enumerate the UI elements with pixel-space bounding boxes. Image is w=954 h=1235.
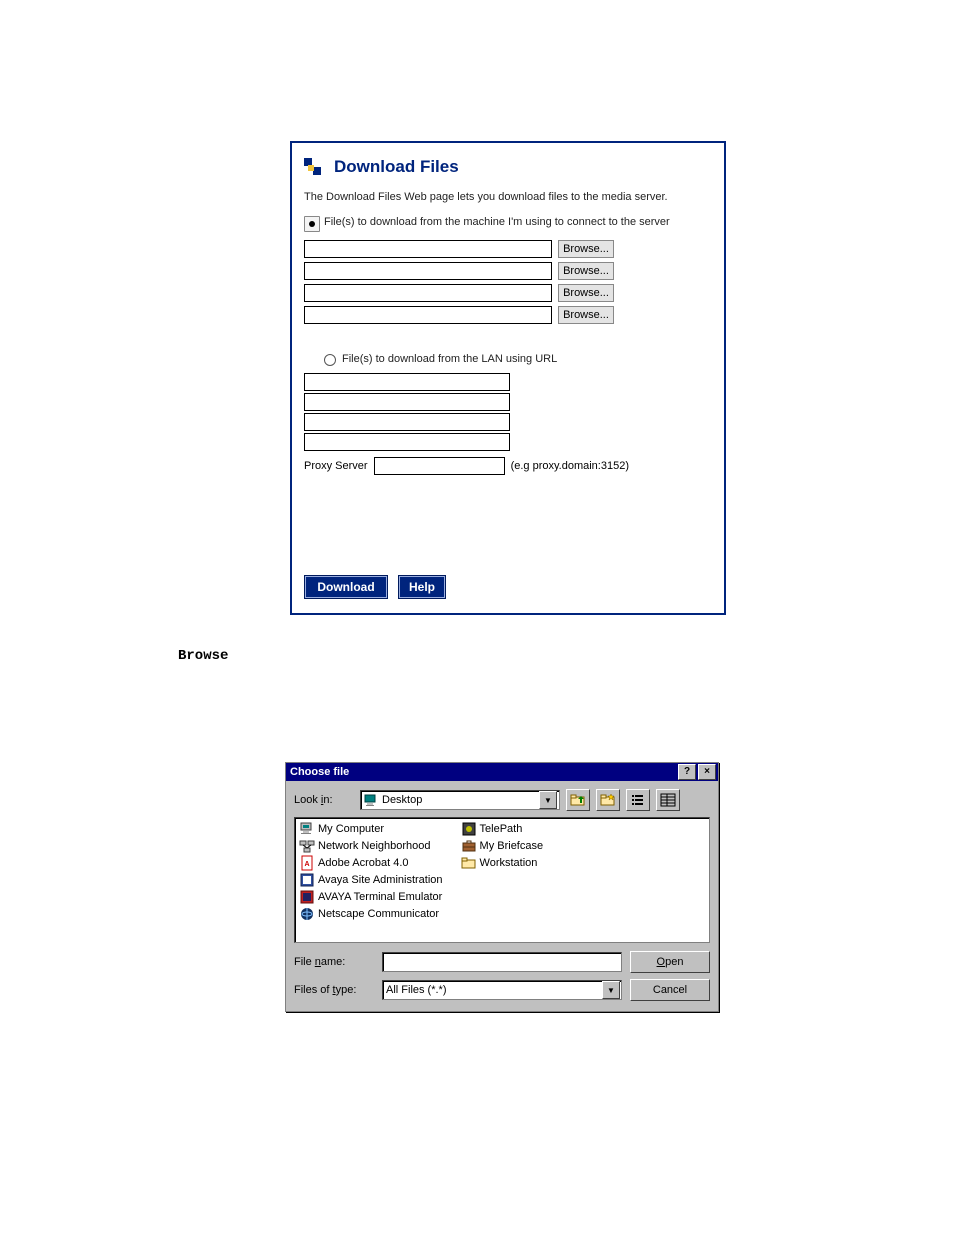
list-item[interactable]: My Briefcase [461,837,544,854]
file-input-1[interactable] [304,240,552,258]
up-one-level-icon[interactable] [566,789,590,811]
briefcase-icon [461,838,477,854]
proxy-row: Proxy Server (e.g proxy.domain:3152) [292,453,724,475]
list-item[interactable]: Network Neighborhood [299,837,443,854]
action-row: Download Help [304,575,446,599]
browse-button[interactable]: Browse... [558,240,614,258]
option-machine-row[interactable]: File(s) to download from the machine I'm… [292,215,724,232]
lookin-value: Desktop [382,794,422,806]
file-input-2[interactable] [304,262,552,280]
url-input-3[interactable] [304,413,510,431]
browse-button[interactable]: Browse... [558,284,614,302]
option-lan-row[interactable]: File(s) to download from the LAN using U… [292,352,724,367]
app-icon [299,872,315,888]
new-folder-icon[interactable] [596,789,620,811]
file-listing[interactable]: My Computer Network Neighborhood A Adobe… [294,817,710,943]
intro-text: The Download Files Web page lets you dow… [292,183,724,215]
dialog-titlebar[interactable]: Choose file ? × [286,763,718,781]
file-row: Browse... [292,282,724,304]
open-button[interactable]: Open [630,951,710,973]
list-item[interactable]: Netscape Communicator [299,905,443,922]
proxy-label: Proxy Server [304,460,368,472]
browse-heading: Browse [178,648,228,664]
app-icon [461,821,477,837]
option-machine-label: File(s) to download from the machine I'm… [324,215,670,230]
download-button[interactable]: Download [304,575,388,599]
filetype-select[interactable]: All Files (*.*) ▼ [382,980,622,1000]
option-lan-label: File(s) to download from the LAN using U… [342,352,557,367]
list-item[interactable]: Workstation [461,854,544,871]
file-row: Browse... [292,238,724,260]
filetype-label: Files of type: [294,984,374,996]
file-input-4[interactable] [304,306,552,324]
proxy-input[interactable] [374,457,505,475]
help-button[interactable]: Help [398,575,446,599]
panel-header: Download Files [292,143,724,183]
desktop-icon [363,792,379,808]
help-icon[interactable]: ? [678,764,696,780]
list-item[interactable]: My Computer [299,820,443,837]
list-item[interactable]: Avaya Site Administration [299,871,443,888]
proxy-hint: (e.g proxy.domain:3152) [511,460,629,472]
radio-unselected-icon[interactable] [324,354,336,366]
details-view-icon[interactable] [656,789,680,811]
url-input-1[interactable] [304,373,510,391]
close-icon[interactable]: × [698,764,716,780]
url-input-2[interactable] [304,393,510,411]
folder-icon [461,855,477,871]
network-icon [299,838,315,854]
lookin-select[interactable]: Desktop ▼ [360,790,560,810]
list-item[interactable]: TelePath [461,820,544,837]
svg-text:A: A [304,861,309,868]
list-view-icon[interactable] [626,789,650,811]
url-input-4[interactable] [304,433,510,451]
radio-selected-icon[interactable] [304,216,320,232]
netscape-icon [299,906,315,922]
list-item[interactable]: A Adobe Acrobat 4.0 [299,854,443,871]
pdf-icon: A [299,855,315,871]
filename-label: File name: [294,956,374,968]
browse-button[interactable]: Browse... [558,262,614,280]
cancel-button[interactable]: Cancel [630,979,710,1001]
file-row: Browse... [292,304,724,326]
app-icon [299,889,315,905]
dialog-title: Choose file [290,766,349,778]
chevron-down-icon[interactable]: ▼ [602,981,620,999]
list-item[interactable]: AVAYA Terminal Emulator [299,888,443,905]
file-row: Browse... [292,260,724,282]
chevron-down-icon[interactable]: ▼ [539,791,557,809]
page-title: Download Files [334,157,459,177]
logo-icon [302,157,322,177]
filename-input[interactable] [382,952,622,972]
file-input-3[interactable] [304,284,552,302]
lookin-label: Look in: [294,794,354,806]
computer-icon [299,821,315,837]
browse-button[interactable]: Browse... [558,306,614,324]
download-files-panel: Download Files The Download Files Web pa… [290,141,726,615]
lookin-row: Look in: Desktop ▼ [294,789,710,811]
choose-file-dialog: Choose file ? × Look in: [285,762,719,1012]
